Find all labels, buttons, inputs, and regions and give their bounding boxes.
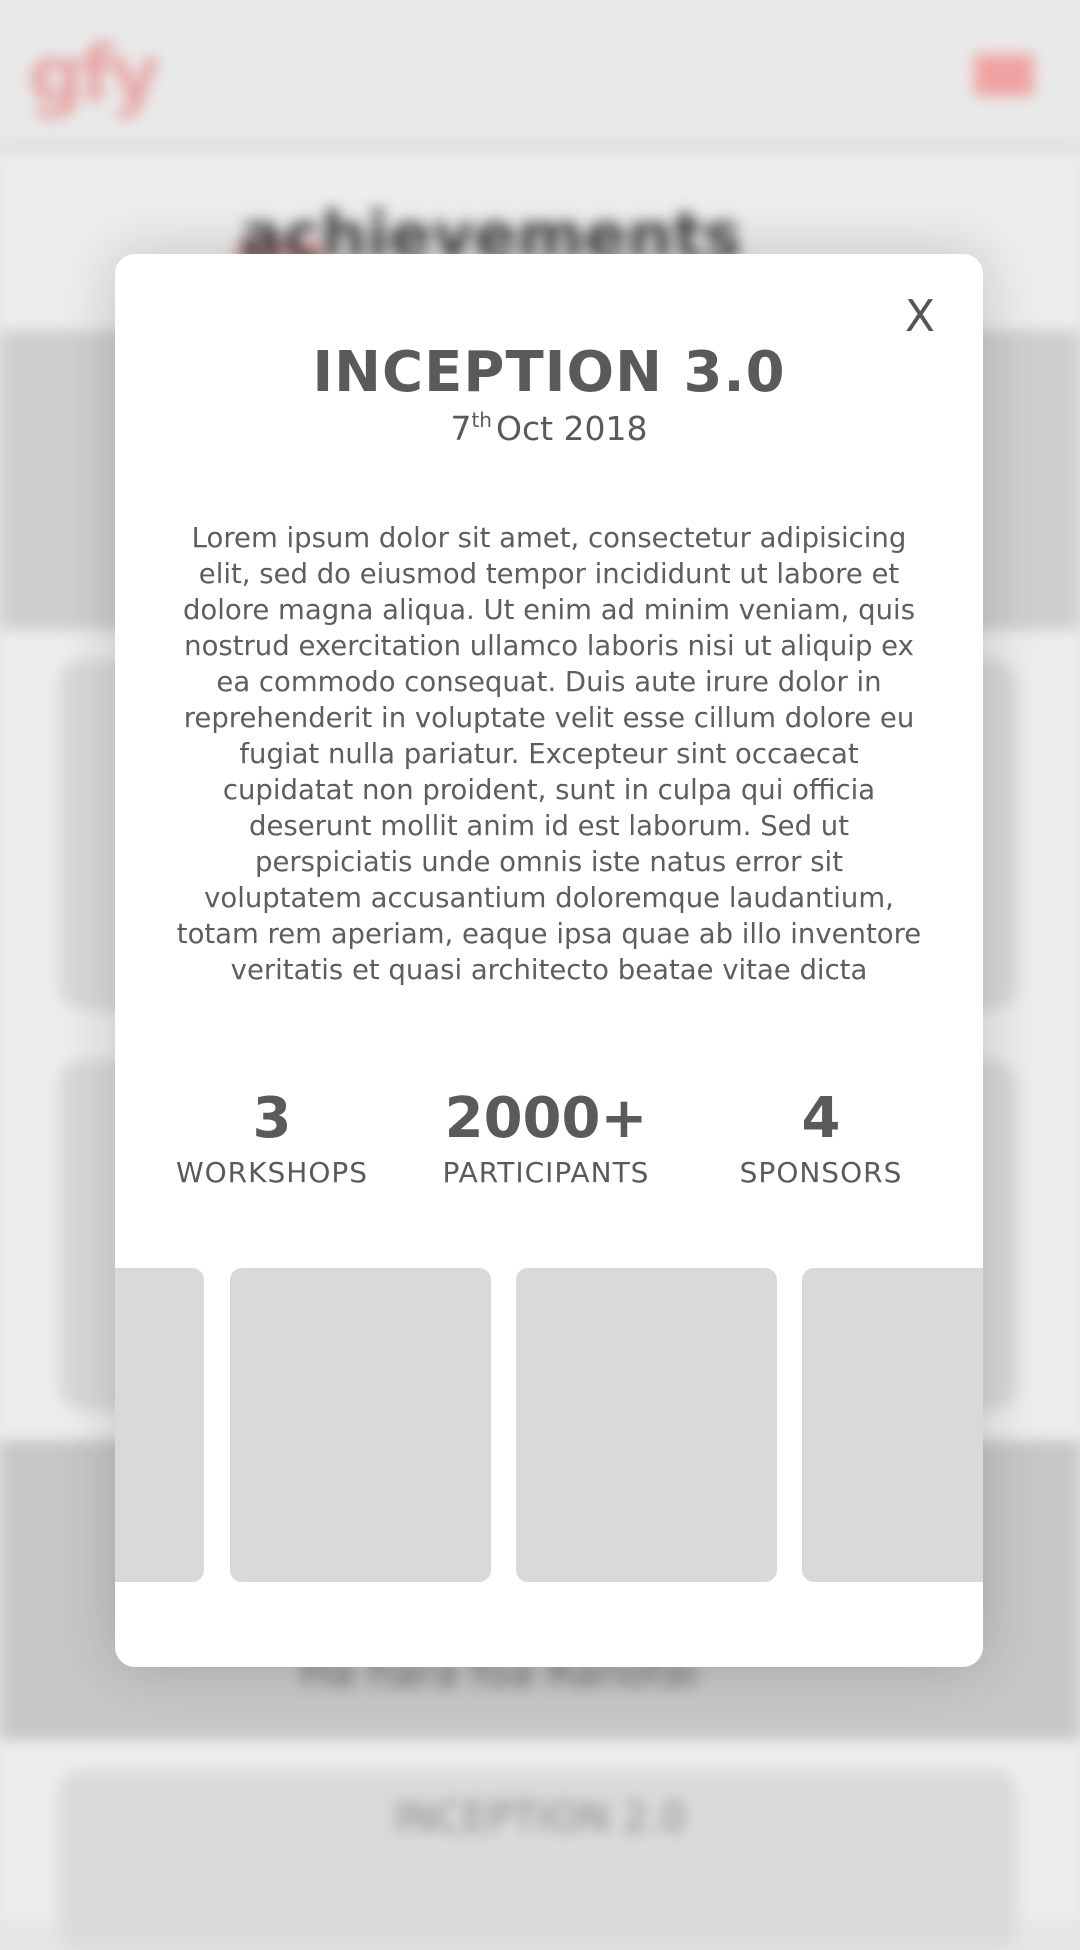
event-date-day: 7 [450, 409, 472, 448]
event-date: 7th Oct 2018 [115, 408, 983, 448]
stat-label: PARTICIPANTS [442, 1156, 650, 1189]
event-description: Lorem ipsum dolor sit amet, consectetur … [176, 522, 922, 986]
gallery-image[interactable] [115, 1268, 204, 1582]
close-button[interactable]: X [895, 292, 945, 342]
photo-gallery[interactable] [115, 1268, 983, 1582]
event-modal: X INCEPTION 3.0 7th Oct 2018 Lorem ipsum … [115, 254, 983, 1667]
event-stats: 3 WORKSHOPS 2000+ PARTICIPANTS 4 SPONSOR… [115, 1086, 983, 1206]
stat-label: WORKSHOPS [175, 1156, 369, 1189]
logo[interactable]: gfy [28, 30, 161, 120]
event-card-title: INCEPTION 2.0 [393, 1795, 687, 1841]
stat-participants: 2000+ PARTICIPANTS [416, 1086, 676, 1189]
event-date-rest: Oct 2018 [496, 409, 648, 448]
menu-icon[interactable] [974, 54, 1034, 96]
event-date-suffix: th [471, 408, 492, 432]
stat-workshops: 3 WORKSHOPS [142, 1086, 402, 1189]
stat-label: SPONSORS [739, 1156, 903, 1189]
event-title: INCEPTION 3.0 [312, 340, 786, 405]
stat-value: 2000+ [444, 1086, 648, 1151]
stat-value: 4 [801, 1086, 841, 1151]
stat-sponsors: 4 SPONSORS [691, 1086, 951, 1189]
gallery-image[interactable] [802, 1268, 983, 1582]
gallery-image[interactable] [230, 1268, 491, 1582]
stat-value: 3 [252, 1086, 292, 1151]
gallery-image[interactable] [516, 1268, 777, 1582]
header: gfy [0, 0, 1080, 152]
